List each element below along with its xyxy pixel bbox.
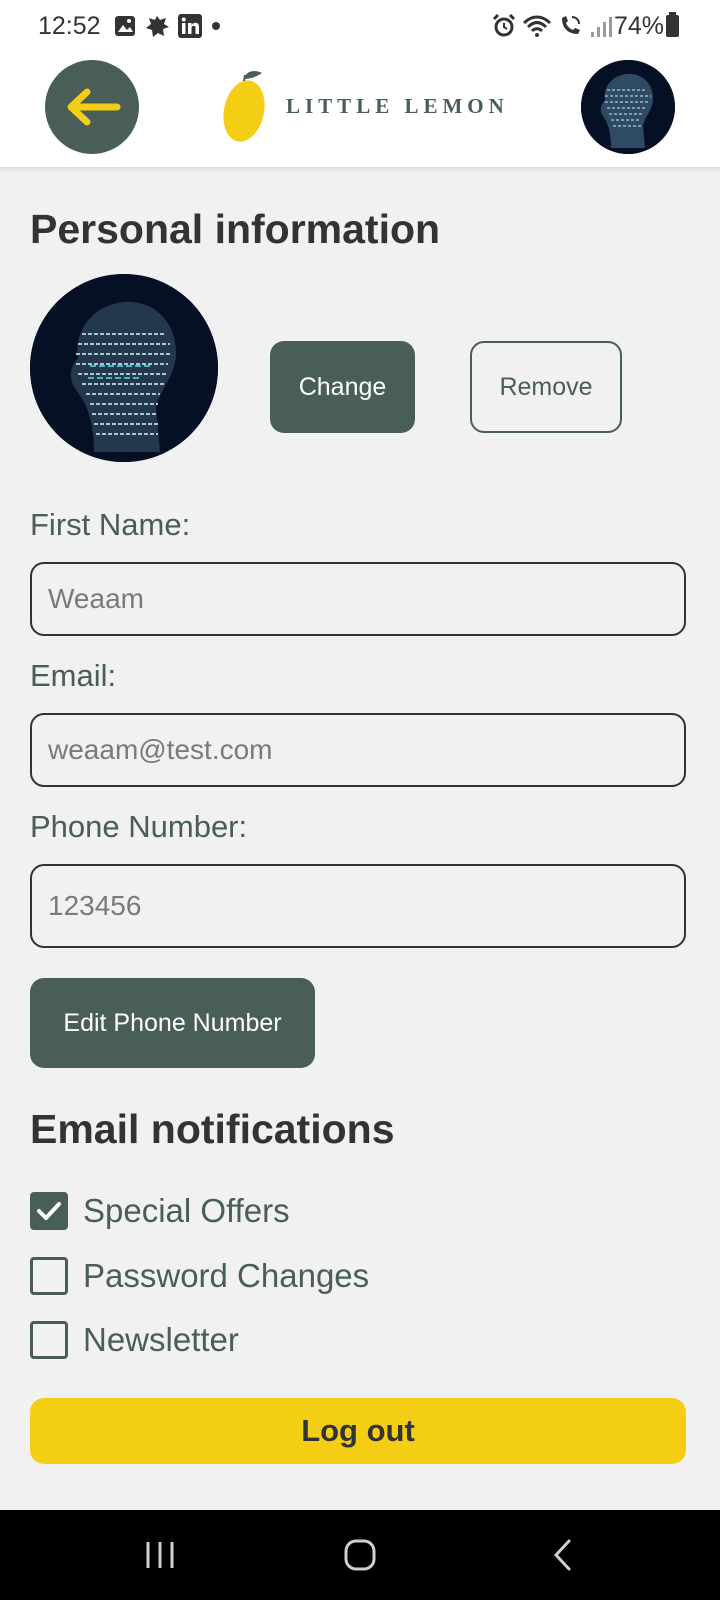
logo: LITTLE LEMON bbox=[222, 66, 509, 146]
back-icon bbox=[553, 1539, 571, 1571]
wifi-icon bbox=[522, 15, 552, 37]
first-name-label: First Name: bbox=[30, 507, 191, 542]
email-notifications-title: Email notifications bbox=[30, 1106, 395, 1152]
alarm-icon bbox=[492, 14, 516, 37]
newsletter-option[interactable]: Newsletter bbox=[30, 1320, 239, 1360]
recent-apps-icon bbox=[146, 1542, 174, 1568]
notification-icons bbox=[114, 14, 222, 38]
special-offers-checkbox[interactable] bbox=[30, 1192, 68, 1230]
change-photo-button[interactable]: Change bbox=[270, 341, 415, 433]
newsletter-label: Newsletter bbox=[83, 1321, 239, 1358]
battery-percent: 74% bbox=[614, 12, 665, 40]
home-button[interactable] bbox=[330, 1532, 390, 1578]
wifi-calling-icon bbox=[562, 16, 580, 34]
profile-image bbox=[30, 274, 218, 462]
profile-picture bbox=[30, 274, 218, 462]
phone-input[interactable] bbox=[30, 864, 686, 948]
password-changes-option[interactable]: Password Changes bbox=[30, 1256, 369, 1296]
edit-phone-button[interactable]: Edit Phone Number bbox=[30, 978, 315, 1068]
app-header: LITTLE LEMON bbox=[0, 52, 720, 168]
settings-badge-icon bbox=[146, 16, 169, 37]
password-changes-checkbox[interactable] bbox=[30, 1257, 68, 1295]
avatar-image bbox=[581, 60, 675, 154]
phone-label: Phone Number: bbox=[30, 809, 248, 844]
logout-button[interactable]: Log out bbox=[30, 1398, 686, 1464]
newsletter-checkbox[interactable] bbox=[30, 1321, 68, 1359]
email-label: Email: bbox=[30, 658, 117, 693]
system-icons bbox=[492, 14, 612, 38]
special-offers-label: Special Offers bbox=[83, 1192, 290, 1229]
personal-info-title: Personal information bbox=[30, 206, 441, 252]
password-changes-label: Password Changes bbox=[83, 1257, 370, 1294]
arrow-left-icon bbox=[67, 88, 121, 126]
dot-icon bbox=[212, 22, 220, 30]
system-nav-bar bbox=[0, 1510, 720, 1600]
back-button[interactable] bbox=[45, 60, 139, 154]
recent-apps-button[interactable] bbox=[130, 1532, 190, 1578]
status-bar: 12:52 74% bbox=[0, 0, 720, 52]
remove-photo-button[interactable]: Remove bbox=[470, 341, 622, 433]
email-input[interactable] bbox=[30, 713, 686, 787]
home-icon bbox=[344, 1539, 376, 1571]
back-nav-button[interactable] bbox=[533, 1532, 593, 1578]
logo-text: LITTLE LEMON bbox=[286, 93, 509, 118]
status-time: 12:52 bbox=[38, 12, 101, 40]
signal-icon bbox=[591, 17, 612, 37]
special-offers-option[interactable]: Special Offers bbox=[30, 1191, 290, 1231]
profile-avatar[interactable] bbox=[581, 60, 675, 154]
battery-icon bbox=[666, 12, 679, 37]
linkedin-icon bbox=[178, 14, 202, 38]
lemon-icon bbox=[223, 71, 265, 142]
first-name-input[interactable] bbox=[30, 562, 686, 636]
checkmark-icon bbox=[37, 1202, 61, 1220]
gallery-icon bbox=[115, 16, 135, 36]
